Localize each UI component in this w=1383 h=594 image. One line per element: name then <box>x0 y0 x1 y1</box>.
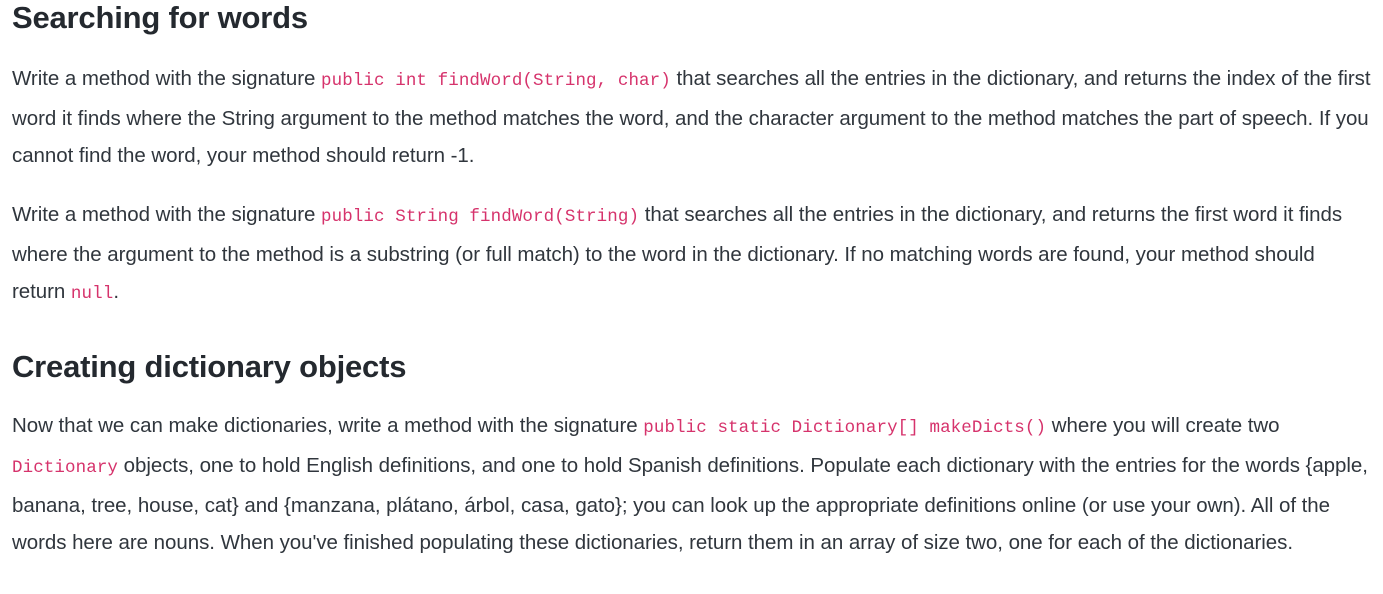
section-heading-creating-dictionary-objects: Creating dictionary objects <box>12 349 407 384</box>
paragraph-make-dicts: Now that we can make dictionaries, write… <box>12 414 1368 554</box>
inline-code-span: public static Dictionary[] makeDicts() <box>643 418 1047 438</box>
paragraph-find-word-substring: Write a method with the signature public… <box>12 203 1343 304</box>
inline-code-span: Dictionary <box>12 458 119 478</box>
section-heading-searching-for-words: Searching for words <box>12 0 308 35</box>
paragraph-find-word-index: Write a method with the signature public… <box>12 67 1371 167</box>
inline-code-span: public String findWord(String) <box>321 207 640 227</box>
inline-code-span: public int findWord(String, char) <box>321 71 671 91</box>
document-body: Searching for words Write a method with … <box>0 0 1383 561</box>
inline-code-span: null <box>70 284 114 304</box>
